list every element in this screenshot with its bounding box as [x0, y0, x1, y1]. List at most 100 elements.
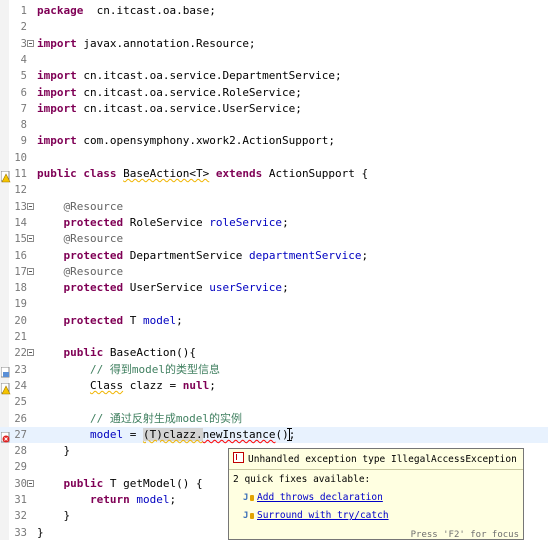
java-fix-icon: J	[243, 508, 257, 521]
code-line[interactable]: 15 @Resource	[0, 231, 548, 247]
code-text[interactable]: import cn.itcast.oa.service.DepartmentSe…	[37, 68, 342, 84]
code-line[interactable]: 22 public BaseAction(){	[0, 345, 548, 361]
line-number: 23	[14, 363, 27, 376]
code-line[interactable]: 21	[0, 329, 548, 345]
code-line[interactable]: 23 // 得到model的类型信息	[0, 362, 548, 378]
fold-toggle-icon[interactable]	[27, 202, 34, 210]
code-token: cn.itcast.oa.base;	[83, 4, 216, 17]
fold-toggle-icon[interactable]	[27, 349, 34, 357]
code-text[interactable]: import cn.itcast.oa.service.UserService;	[37, 101, 302, 117]
code-text[interactable]: protected UserService userService;	[37, 280, 289, 296]
code-token: (T)clazz.	[142, 427, 203, 441]
code-text[interactable]: return model;	[37, 492, 176, 508]
code-token: UserService	[123, 281, 210, 295]
code-line[interactable]: 19	[0, 296, 548, 312]
task-marker-icon[interactable]	[0, 364, 11, 378]
code-text[interactable]: @Resource	[37, 231, 124, 247]
code-line[interactable]: 8	[0, 117, 548, 133]
code-token: }	[37, 509, 71, 523]
code-token: cn.itcast.oa.service.RoleService;	[76, 85, 302, 99]
line-number: 33	[14, 526, 27, 539]
code-text[interactable]: package cn.itcast.oa.base;	[37, 3, 216, 19]
code-token: BaseAction<T>	[123, 167, 210, 180]
code-token: ;	[176, 313, 183, 327]
code-text[interactable]: protected RoleService roleService;	[37, 215, 289, 231]
code-token: protected	[63, 313, 124, 327]
line-number: 4	[20, 53, 27, 66]
line-number: 31	[14, 494, 27, 506]
code-line[interactable]: 25	[0, 394, 548, 410]
error-marker-icon[interactable]	[0, 429, 11, 443]
warning-marker-icon[interactable]	[0, 168, 11, 183]
code-token: newInstance	[202, 427, 276, 441]
code-token: model	[136, 493, 170, 506]
warning-marker-icon[interactable]	[0, 380, 11, 395]
code-text[interactable]: import cn.itcast.oa.service.RoleService;	[37, 85, 302, 101]
code-line[interactable]: 5 import cn.itcast.oa.service.DepartmentS…	[0, 68, 548, 84]
code-text[interactable]: }	[37, 525, 44, 541]
line-number: 16	[14, 249, 27, 262]
code-line[interactable]: 16 protected DepartmentService departmen…	[0, 248, 548, 264]
fold-toggle-icon[interactable]	[27, 235, 34, 243]
line-number: 2	[20, 21, 27, 34]
code-token: // 得到model的类型信息	[89, 362, 220, 376]
code-text[interactable]: public T getModel() {	[37, 476, 203, 492]
code-text[interactable]: // 得到model的类型信息	[37, 362, 220, 378]
code-text[interactable]: import com.opensymphony.xwork2.ActionSup…	[37, 133, 335, 149]
code-token: ;	[282, 215, 289, 229]
code-token: protected	[63, 215, 124, 229]
add-throws-link[interactable]: Add throws declaration	[257, 492, 383, 503]
code-line[interactable]: 12	[0, 182, 548, 198]
code-line[interactable]: 14 protected RoleService roleService;	[0, 215, 548, 231]
code-line[interactable]: 10	[0, 150, 548, 166]
fold-toggle-icon[interactable]	[27, 39, 34, 47]
code-text[interactable]: public BaseAction(){	[37, 345, 196, 361]
code-line[interactable]: 13 @Resource	[0, 199, 548, 215]
code-token: model	[142, 313, 177, 327]
fold-toggle-icon[interactable]	[27, 479, 34, 487]
line-number: 12	[14, 184, 27, 197]
quick-fix-popup[interactable]: Unhandled exception type IllegalAccessEx…	[228, 448, 524, 540]
code-line[interactable]: 26 // 通过反射生成model的实例	[0, 411, 548, 427]
code-text[interactable]: model = (T)clazz.newInstance();	[37, 427, 295, 443]
code-text[interactable]: }	[37, 443, 70, 459]
line-number: 10	[14, 151, 27, 164]
code-text[interactable]: @Resource	[37, 264, 124, 280]
code-text[interactable]: Class clazz = null;	[37, 378, 216, 394]
quick-fix-try-catch[interactable]: J Surround with try/catch	[243, 508, 389, 524]
code-token: import	[37, 85, 77, 99]
code-text[interactable]: public class BaseAction<T> extends Actio…	[37, 166, 368, 182]
code-line[interactable]: 27 model = (T)clazz.newInstance();	[0, 426, 548, 443]
code-line[interactable]: 11 public class BaseAction<T> extends Act…	[0, 166, 548, 183]
code-text[interactable]: // 通过反射生成model的实例	[37, 411, 242, 427]
code-line[interactable]: 1 package cn.itcast.oa.base;	[0, 3, 548, 19]
code-token: import	[37, 101, 77, 115]
code-line[interactable]: 4	[0, 52, 548, 68]
code-line[interactable]: 3 import javax.annotation.Resource;	[0, 36, 548, 52]
fold-toggle-icon[interactable]	[27, 267, 34, 275]
code-token: @Resource	[63, 264, 124, 278]
code-line[interactable]: 17 @Resource	[0, 264, 548, 280]
code-text[interactable]: protected T model;	[37, 313, 183, 329]
code-line[interactable]: 9 import com.opensymphony.xwork2.ActionSu…	[0, 133, 548, 149]
line-number: 29	[14, 461, 27, 474]
quick-fix-add-throws[interactable]: J Add throws declaration	[243, 490, 383, 506]
code-line[interactable]: 18 protected UserService userService;	[0, 280, 548, 296]
code-line[interactable]: 20 protected T model;	[0, 313, 548, 329]
code-token: return	[89, 493, 130, 506]
code-line[interactable]: 6 import cn.itcast.oa.service.RoleService…	[0, 85, 548, 101]
try-catch-link[interactable]: Surround with try/catch	[257, 510, 389, 521]
code-text[interactable]: @Resource	[37, 199, 124, 215]
code-line[interactable]: 7 import cn.itcast.oa.service.UserService…	[0, 101, 548, 117]
code-line[interactable]: 24 Class clazz = null;	[0, 378, 548, 395]
code-text[interactable]: import javax.annotation.Resource;	[37, 36, 256, 52]
line-number: 11	[14, 168, 27, 180]
code-text[interactable]: }	[37, 508, 70, 524]
code-line[interactable]: 2	[0, 19, 548, 35]
code-text[interactable]: protected DepartmentService departmentSe…	[37, 248, 369, 264]
code-token: // 通过反射生成model的实例	[89, 411, 242, 425]
line-number: 30	[14, 477, 27, 490]
